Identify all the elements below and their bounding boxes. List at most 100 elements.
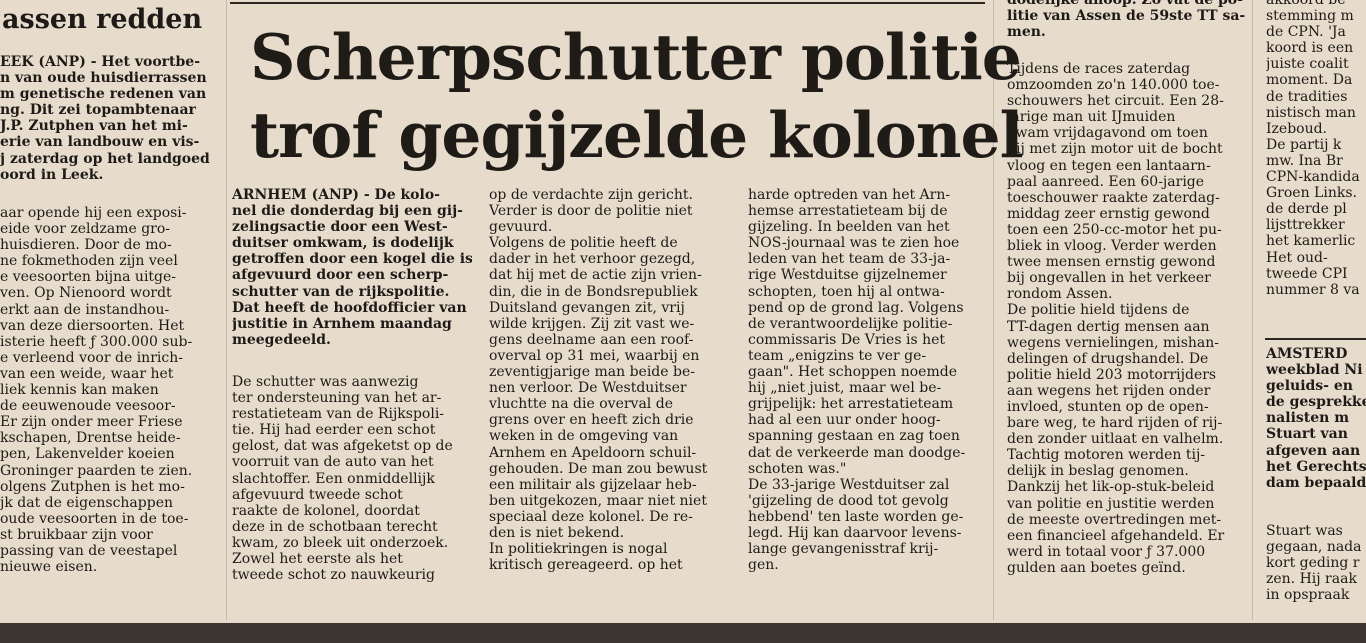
lead-line: EEK (ANP) - Het voortbe- xyxy=(0,54,201,70)
body-line: de verantwoordelijke politie- xyxy=(748,315,953,332)
body-line: ne fokmethoden zijn veel xyxy=(0,253,178,270)
main-column-3: harde optreden van het Arn-hemse arresta… xyxy=(748,187,988,573)
tt-article-body: Tijdens de races zaterdag omzoomden zo'n … xyxy=(1007,61,1247,576)
body-line: het kamerlic xyxy=(1266,233,1356,250)
lead-line: de gesprekke xyxy=(1266,394,1366,411)
body-line: paal aanreed. Een 60-jarige xyxy=(1007,173,1205,190)
body-line: Duitsland gevangen zit, vrij xyxy=(489,299,685,316)
body-line: team „enigzins te ver ge- xyxy=(748,347,927,364)
body-line: lange gevangenisstraf krij- xyxy=(748,541,939,558)
body-line: den zonder uitlaat en valhelm. xyxy=(1007,431,1224,448)
body-line: hij „niet juist, maar wel be- xyxy=(748,380,942,397)
body-line: schoten was." xyxy=(748,460,847,477)
body-line: nummer 8 va xyxy=(1266,281,1360,298)
body-line: op de verdachte zijn gericht. xyxy=(489,187,693,203)
main-column-1-body: De schutter was aanwezig ter ondersteunin… xyxy=(232,374,472,583)
body-line: grens over en heeft zich drie xyxy=(489,412,694,429)
body-line: gens deelname aan een roof- xyxy=(489,331,694,348)
body-line: TT-dagen dertig mensen aan xyxy=(1007,318,1210,335)
body-line: e veesoorten bijna uitge- xyxy=(0,269,177,286)
body-line: omzoomden zo'n 140.000 toe- xyxy=(1007,77,1220,94)
lead-line: afgevuurd door een scherp- xyxy=(232,267,449,284)
body-line: 'gijzeling de dood tot gevolg xyxy=(748,492,949,509)
body-line: gen. xyxy=(748,557,779,574)
body-line: zen. Hij raak xyxy=(1266,571,1357,588)
body-line: hebbend' ten laste worden ge- xyxy=(748,508,964,525)
lead-line: Dat heeft de hoofdofficier van xyxy=(232,299,467,316)
lead-line: geluids- en xyxy=(1266,378,1353,395)
body-line: ter ondersteuning van het ar- xyxy=(232,390,442,407)
body-line: aar opende hij een exposi- xyxy=(0,205,187,221)
body-line: een militair als gijzelaar heb- xyxy=(489,476,697,493)
body-line: nieuwe eisen. xyxy=(0,559,98,576)
headline-line-1: Scherpschutter politie xyxy=(250,20,1022,94)
body-line: moment. Da xyxy=(1266,72,1353,89)
body-line: slachtoffer. Een onmiddellijk xyxy=(232,470,435,487)
body-line: gaan". Het schoppen noemde xyxy=(748,364,957,381)
body-line: gelost, dat was afgeketst op de xyxy=(232,438,453,455)
body-line: bliek in vloog. Verder werden xyxy=(1007,238,1217,255)
left-article-lead: EEK (ANP) - Het voortbe-n van oude huisd… xyxy=(0,54,215,183)
headline-line-2: trof gegijzelde kolonel xyxy=(250,98,1024,172)
lead-line: nalisten m xyxy=(1266,410,1350,427)
body-line: Tachtig motoren werden tij- xyxy=(1007,447,1206,464)
body-line: mw. Ina Br xyxy=(1266,152,1343,169)
body-line: de meeste overtredingen met- xyxy=(1007,511,1222,528)
lead-line: zelingsactie door een West- xyxy=(232,219,448,236)
body-line: isterie heeft ƒ 300.000 sub- xyxy=(0,333,193,350)
body-line: koord is een xyxy=(1266,40,1354,57)
column-gutter xyxy=(1252,0,1253,620)
body-line: pen, Lakenvelder koeien xyxy=(0,446,175,463)
body-line: nen verloor. De Westduitser xyxy=(489,380,687,397)
body-line: jk dat de eigenschappen xyxy=(0,494,173,511)
body-line: toeschouwer raakte zaterdag- xyxy=(1007,189,1220,206)
body-line: huisdieren. Door de mo- xyxy=(0,237,172,254)
body-line: legd. Hij kan daarvoor levens- xyxy=(748,524,962,541)
body-line: restatieteam van de Rijkspoli- xyxy=(232,406,445,423)
body-line: akkoord be xyxy=(1266,0,1346,8)
body-line: toen een 250-cc-motor het pu- xyxy=(1007,221,1222,238)
body-line: Zowel het eerste als het xyxy=(232,551,403,568)
body-line: jarige man uit IJmuiden xyxy=(1007,109,1176,126)
body-line: ven. Op Nienoord wordt xyxy=(0,285,172,302)
left-article-title: assen redden xyxy=(2,4,203,35)
body-line: olgens Zutphen is het mo- xyxy=(0,478,185,495)
body-line: hemse arrestatieteam bij de xyxy=(748,203,948,220)
body-line: grijpelijk: het arrestatieteam xyxy=(748,396,954,413)
body-line: middag zeer ernstig gewond xyxy=(1007,205,1210,222)
body-line: Volgens de politie heeft de xyxy=(489,235,678,252)
bottom-edge-strip xyxy=(0,623,1366,643)
body-line: juiste coalit xyxy=(1266,56,1349,73)
body-line: invloed, stunten op de open- xyxy=(1007,398,1209,415)
body-line: schopten, toen hij al ontwa- xyxy=(748,283,945,300)
body-line: werd in totaal voor ƒ 37.000 xyxy=(1007,543,1206,560)
main-column-2: op de verdachte zijn gericht. Verder is d… xyxy=(489,187,729,573)
lead-line: meegedeeld. xyxy=(232,331,331,348)
body-line: In politiekringen is nogal xyxy=(489,541,668,558)
lead-line: men. xyxy=(1007,24,1046,41)
body-line: delijk in beslag genomen. xyxy=(1007,463,1189,480)
body-line: overval op 31 mei, waarbij en xyxy=(489,347,700,364)
lead-line: weekblad Ni xyxy=(1266,362,1363,379)
body-line: tweede CPI xyxy=(1266,265,1348,282)
body-line: stemming m xyxy=(1266,8,1354,25)
body-line: dader in het verhoor gezegd, xyxy=(489,251,696,268)
body-line: vloog en tegen een lantaarn- xyxy=(1007,157,1211,174)
body-line: hij met zijn motor uit de bocht xyxy=(1007,141,1223,158)
body-line: leden van het team de 33-ja- xyxy=(748,251,951,268)
body-line: wilde krijgen. Zij zit vast we- xyxy=(489,315,695,332)
lead-line: j zaterdag op het landgoed xyxy=(0,150,210,167)
body-line: Groen Links. xyxy=(1266,185,1357,202)
lead-line: AMSTERD xyxy=(1266,346,1348,362)
body-line: Stuart was xyxy=(1266,523,1343,539)
body-line: gijzeling. In beelden van het xyxy=(748,219,950,236)
left-article-body: aar opende hij een exposi-eide voor zeld… xyxy=(0,205,215,575)
lead-line: dodelijke afloop. Zo vat de po- xyxy=(1007,0,1243,8)
body-line: Verder is door de politie niet xyxy=(489,203,693,220)
body-line: schouwers het circuit. Een 28- xyxy=(1007,93,1224,110)
body-line: bare weg, te hard rijden of rij- xyxy=(1007,415,1223,432)
body-line: dat hij met de actie zijn vrien- xyxy=(489,267,702,284)
lead-line: oord in Leek. xyxy=(0,166,104,183)
lead-line: n van oude huisdierrassen xyxy=(0,70,207,87)
body-line: politie hield 203 motorrijders xyxy=(1007,366,1217,383)
